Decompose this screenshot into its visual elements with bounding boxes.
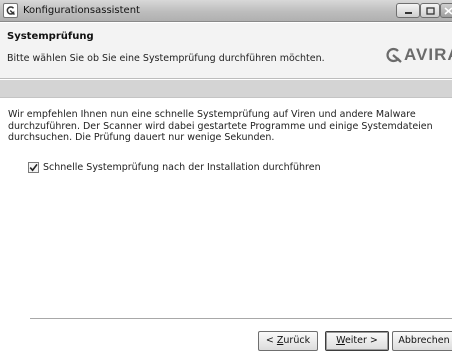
cancel-button[interactable]: Abbrechen bbox=[392, 331, 452, 351]
description-line: durchzuführen. Der Scanner wird dabei ge… bbox=[8, 120, 433, 132]
footer-divider bbox=[30, 318, 452, 319]
next-button[interactable]: Weiter > bbox=[325, 331, 389, 351]
title-bar: Konfigurationsassistent bbox=[0, 0, 452, 22]
description-text: Wir empfehlen Ihnen nun eine schnelle Sy… bbox=[8, 109, 448, 144]
checkmark-icon bbox=[29, 163, 38, 172]
wizard-header: Systemprüfung Bitte wählen Sie ob Sie ei… bbox=[0, 23, 452, 79]
avira-app-icon bbox=[3, 3, 18, 18]
minimize-button[interactable] bbox=[396, 3, 420, 18]
back-button[interactable]: < Zurück bbox=[258, 331, 318, 351]
close-icon bbox=[443, 6, 452, 15]
quick-scan-checkbox[interactable] bbox=[28, 162, 39, 173]
description-line: durchsuchen. Die Prüfung dauert nur weni… bbox=[8, 132, 275, 143]
close-button[interactable] bbox=[440, 3, 452, 18]
wizard-content: Wir empfehlen Ihnen nun eine schnelle Sy… bbox=[0, 99, 452, 319]
window-title: Konfigurationsassistent bbox=[23, 5, 140, 16]
avira-logo-icon bbox=[386, 47, 402, 63]
description-line: Wir empfehlen Ihnen nun eine schnelle Sy… bbox=[8, 109, 416, 120]
quick-scan-option[interactable]: Schnelle Systemprüfung nach der Installa… bbox=[28, 162, 321, 173]
maximize-icon bbox=[425, 6, 435, 15]
page-title: Systemprüfung bbox=[7, 31, 94, 42]
minimize-icon bbox=[404, 11, 412, 14]
avira-logo-text: AVIRA bbox=[404, 45, 452, 64]
page-subtitle: Bitte wählen Sie ob Sie eine Systemprüfu… bbox=[7, 53, 325, 64]
avira-logo: AVIRA bbox=[384, 45, 452, 65]
maximize-button[interactable] bbox=[420, 3, 440, 18]
header-separator-band bbox=[0, 80, 452, 98]
quick-scan-label[interactable]: Schnelle Systemprüfung nach der Installa… bbox=[43, 162, 321, 173]
